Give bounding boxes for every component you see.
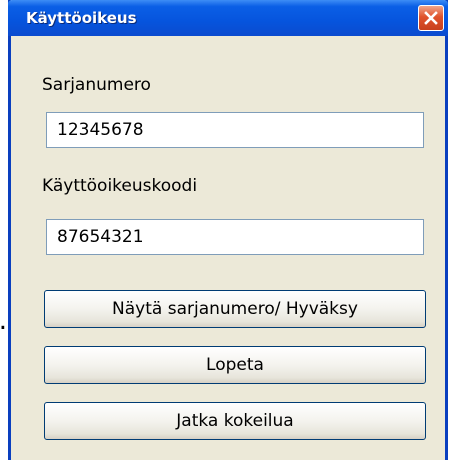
title-bar[interactable]: Käyttöoikeus: [8, 0, 448, 36]
license-dialog: Käyttöoikeus Sarjanumero Käyttöoikeuskoo…: [8, 0, 448, 460]
continue-trial-button[interactable]: Jatka kokeilua: [44, 402, 426, 440]
close-button[interactable]: [418, 5, 444, 31]
license-code-label: Käyttöoikeuskoodi: [42, 176, 198, 196]
serial-number-label: Sarjanumero: [42, 75, 151, 95]
quit-button[interactable]: Lopeta: [44, 346, 426, 384]
close-icon: [424, 11, 438, 25]
stray-period-text: .: [0, 306, 8, 336]
license-code-input[interactable]: [46, 219, 424, 255]
window-title: Käyttöoikeus: [26, 9, 137, 27]
serial-number-input[interactable]: [46, 112, 424, 148]
show-serial-accept-button[interactable]: Näytä sarjanumero/ Hyväksy: [44, 290, 426, 328]
